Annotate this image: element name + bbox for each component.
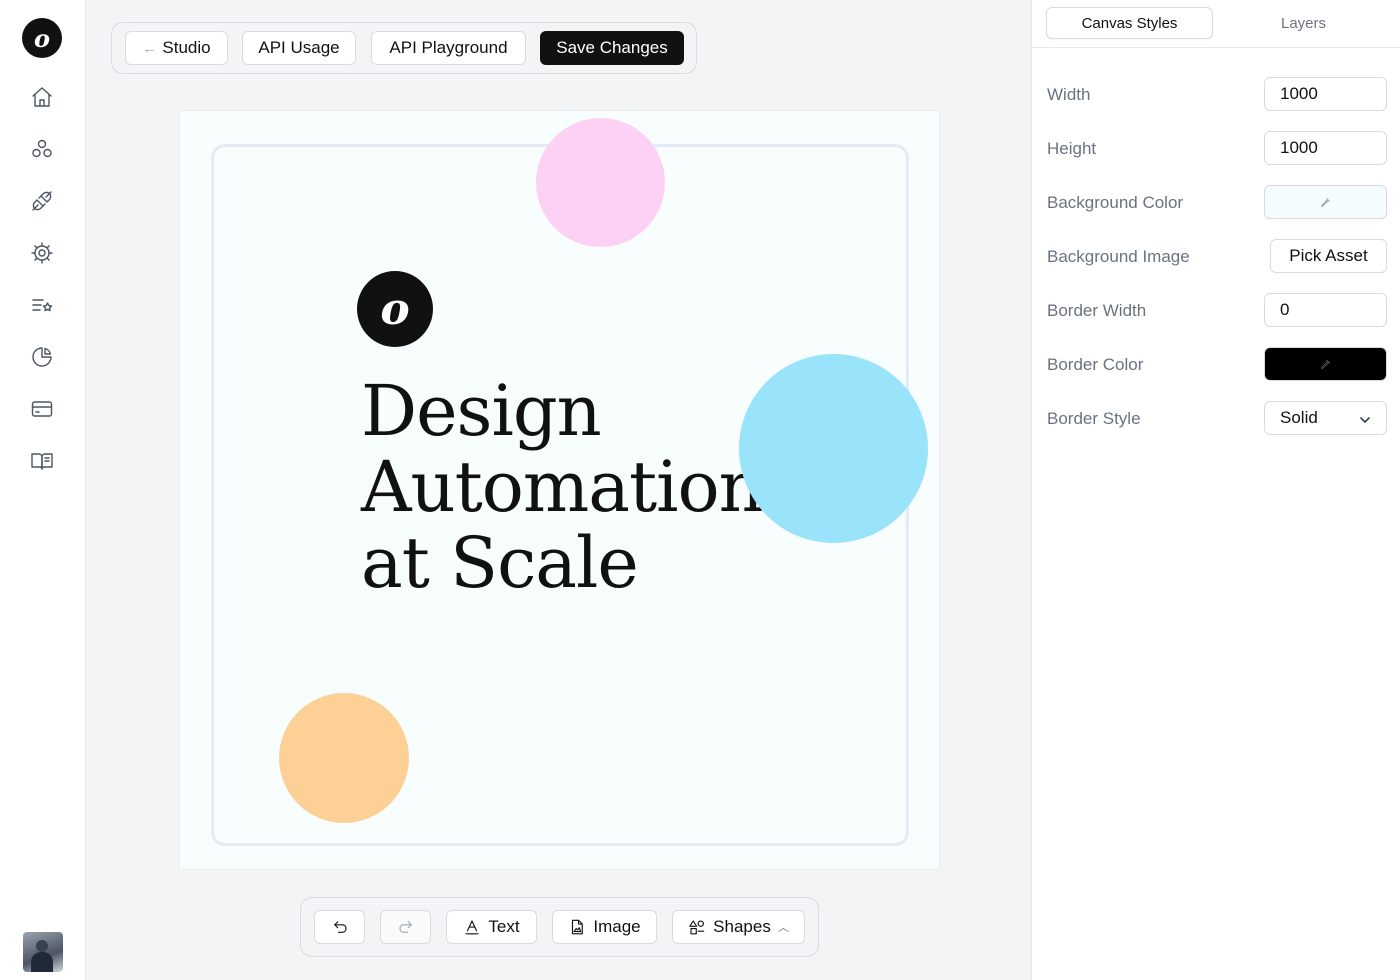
image-tool-label: Image <box>593 917 641 936</box>
border-color-label: Border Color <box>1047 355 1144 374</box>
width-label: Width <box>1047 85 1091 104</box>
redo-button[interactable] <box>380 910 431 944</box>
home-icon[interactable] <box>29 84 55 110</box>
tab-layers[interactable]: Layers <box>1220 7 1387 39</box>
add-text-button[interactable]: Text <box>446 910 537 944</box>
api-playground-label: API Playground <box>389 38 508 57</box>
height-label: Height <box>1047 139 1097 158</box>
headline-line-3: at Scale <box>361 522 639 604</box>
logo-glyph: o <box>33 23 50 53</box>
border-width-label: Border Width <box>1047 301 1147 320</box>
api-usage-button[interactable]: API Usage <box>242 31 356 65</box>
redo-icon <box>398 921 412 933</box>
chevron-up-icon: ︿ <box>777 922 789 934</box>
tab-canvas-styles[interactable]: Canvas Styles <box>1046 7 1213 39</box>
blue-circle-shape[interactable] <box>739 354 928 543</box>
border-style-row: Border Style Solid <box>1047 401 1387 437</box>
shapes-menu-button[interactable]: Shapes ︿ <box>672 910 805 944</box>
chevron-down-icon <box>1358 412 1372 426</box>
api-playground-button[interactable]: API Playground <box>371 31 526 65</box>
border-color-swatch[interactable] <box>1264 347 1387 381</box>
app-logo[interactable]: o <box>22 18 62 58</box>
bottom-toolbar: Text Image Shapes ︿ <box>300 897 819 957</box>
save-changes-button[interactable]: Save Changes <box>540 31 684 65</box>
width-input[interactable] <box>1264 77 1387 111</box>
shapes-tool-label: Shapes <box>713 917 771 936</box>
pick-asset-label: Pick Asset <box>1289 246 1368 265</box>
border-style-select[interactable]: Solid <box>1264 401 1387 435</box>
user-avatar[interactable] <box>23 932 63 972</box>
border-style-value: Solid <box>1280 408 1318 427</box>
arrow-left-icon: ← <box>142 40 157 56</box>
design-canvas[interactable]: o Design Automation at Scale <box>180 111 939 869</box>
list-star-icon[interactable] <box>29 292 55 318</box>
width-row: Width <box>1047 77 1387 113</box>
eyedropper-icon <box>1321 359 1331 369</box>
height-row: Height <box>1047 131 1387 167</box>
gear-icon[interactable] <box>29 240 55 266</box>
undo-icon <box>333 921 347 933</box>
background-image-row: Background Image Pick Asset <box>1047 239 1387 275</box>
tab-layers-label: Layers <box>1280 14 1327 32</box>
left-sidebar: o <box>0 0 86 980</box>
undo-button[interactable] <box>314 910 365 944</box>
pick-asset-button[interactable]: Pick Asset <box>1270 239 1387 273</box>
pink-circle-shape[interactable] <box>536 118 665 247</box>
background-color-swatch[interactable] <box>1264 185 1387 219</box>
circles-icon[interactable] <box>29 136 55 162</box>
border-style-label: Border Style <box>1047 409 1141 428</box>
add-image-button[interactable]: Image <box>552 910 657 944</box>
plug-icon[interactable] <box>29 188 55 214</box>
canvas-logo[interactable]: o <box>357 271 433 347</box>
panel-tabs: Canvas Styles Layers <box>1032 0 1400 48</box>
book-open-icon[interactable] <box>29 448 55 474</box>
background-color-row: Background Color <box>1047 185 1387 221</box>
border-width-input[interactable] <box>1264 293 1387 327</box>
text-tool-label: Text <box>488 917 520 936</box>
background-image-label: Background Image <box>1047 247 1190 266</box>
credit-card-icon[interactable] <box>29 396 55 422</box>
pie-chart-icon[interactable] <box>29 344 55 370</box>
studio-label: Studio <box>162 38 211 57</box>
save-changes-label: Save Changes <box>556 38 668 57</box>
image-file-icon <box>572 919 584 935</box>
tab-canvas-styles-label: Canvas Styles <box>1081 14 1178 32</box>
eyedropper-icon <box>1320 197 1331 207</box>
canvas-logo-glyph: o <box>380 283 410 335</box>
properties-panel: Canvas Styles Layers Width Height Backgr… <box>1031 0 1400 980</box>
orange-circle-shape[interactable] <box>279 693 409 823</box>
top-toolbar: ← Studio API Usage API Playground Save C… <box>111 22 697 74</box>
border-width-row: Border Width <box>1047 293 1387 329</box>
text-tool-icon <box>465 920 479 935</box>
border-color-row: Border Color <box>1047 347 1387 383</box>
back-to-studio-button[interactable]: ← Studio <box>125 31 228 65</box>
height-input[interactable] <box>1264 131 1387 165</box>
background-color-label: Background Color <box>1047 193 1184 212</box>
api-usage-label: API Usage <box>258 38 340 57</box>
shapes-icon <box>689 920 705 935</box>
